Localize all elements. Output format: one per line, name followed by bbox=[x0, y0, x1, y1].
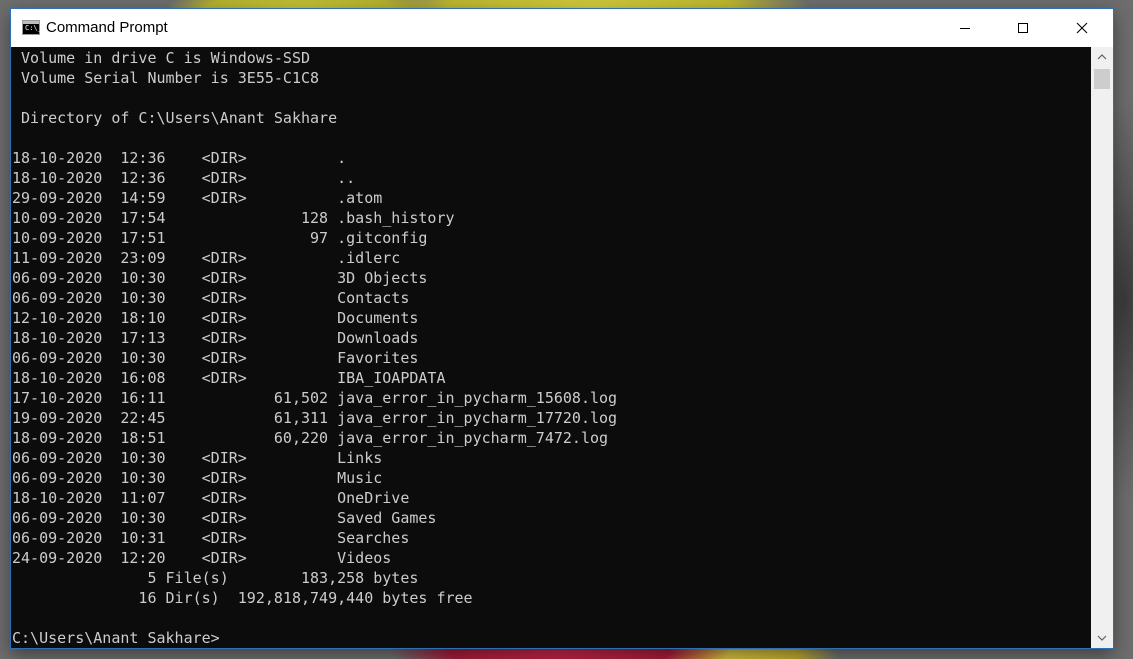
vertical-scrollbar[interactable] bbox=[1091, 47, 1113, 648]
console-line: 19-09-2020 22:45 61,311 java_error_in_py… bbox=[12, 409, 618, 427]
console-line: 06-09-2020 10:30 <DIR> Favorites bbox=[12, 349, 419, 367]
close-button[interactable] bbox=[1053, 9, 1111, 47]
console-line: 18-09-2020 18:51 60,220 java_error_in_py… bbox=[12, 429, 609, 447]
console-text: Volume in drive C is Windows-SSD Volume … bbox=[12, 48, 617, 648]
console-line: C:\Users\Anant Sakhare> bbox=[12, 629, 220, 647]
console-line: 06-09-2020 10:30 <DIR> Saved Games bbox=[12, 509, 437, 527]
chevron-up-icon bbox=[1097, 54, 1107, 60]
console-line: 18-10-2020 12:36 <DIR> . bbox=[12, 149, 347, 167]
console-line: 18-10-2020 11:07 <DIR> OneDrive bbox=[12, 489, 410, 507]
console-line: 06-09-2020 10:30 <DIR> Contacts bbox=[12, 289, 410, 307]
console-line: Volume in drive C is Windows-SSD bbox=[12, 49, 311, 67]
console-line: 10-09-2020 17:51 97 .gitconfig bbox=[12, 229, 428, 247]
console-line: 06-09-2020 10:30 <DIR> Music bbox=[12, 469, 383, 487]
minimize-button[interactable] bbox=[936, 9, 994, 47]
window-title: Command Prompt bbox=[46, 19, 168, 36]
cmd-icon[interactable]: C:\_ bbox=[22, 20, 42, 35]
scroll-down-button[interactable] bbox=[1091, 628, 1113, 648]
scroll-thumb[interactable] bbox=[1094, 69, 1110, 89]
command-prompt-window: C:\_ Command Prompt Volume in drive C is… bbox=[11, 9, 1113, 648]
minimize-icon bbox=[960, 28, 970, 29]
console-line: 18-10-2020 17:13 <DIR> Downloads bbox=[12, 329, 419, 347]
console-line: 11-09-2020 23:09 <DIR> .idlerc bbox=[12, 249, 401, 267]
console-line: 18-10-2020 16:08 <DIR> IBA_IOAPDATA bbox=[12, 369, 446, 387]
maximize-button[interactable] bbox=[994, 9, 1052, 47]
chevron-down-icon bbox=[1097, 635, 1107, 641]
maximize-icon bbox=[1018, 23, 1028, 33]
console-line: 17-10-2020 16:11 61,502 java_error_in_py… bbox=[12, 389, 618, 407]
console-output[interactable]: Volume in drive C is Windows-SSD Volume … bbox=[11, 47, 1091, 648]
console-line: Directory of C:\Users\Anant Sakhare bbox=[12, 109, 338, 127]
console-line: 10-09-2020 17:54 128 .bash_history bbox=[12, 209, 455, 227]
cmd-icon-text: C:\_ bbox=[25, 24, 42, 32]
close-icon bbox=[1076, 22, 1088, 34]
console-line: 12-10-2020 18:10 <DIR> Documents bbox=[12, 309, 419, 327]
console-line: 06-09-2020 10:30 <DIR> 3D Objects bbox=[12, 269, 428, 287]
console-line: Volume Serial Number is 3E55-C1C8 bbox=[12, 69, 320, 87]
console-line: 06-09-2020 10:31 <DIR> Searches bbox=[12, 529, 410, 547]
console-line: 06-09-2020 10:30 <DIR> Links bbox=[12, 449, 383, 467]
console-line: 18-10-2020 12:36 <DIR> .. bbox=[12, 169, 356, 187]
console-line: 5 File(s) 183,258 bytes bbox=[12, 569, 419, 587]
scroll-up-button[interactable] bbox=[1091, 47, 1113, 67]
console-line: 29-09-2020 14:59 <DIR> .atom bbox=[12, 189, 383, 207]
title-bar[interactable]: C:\_ Command Prompt bbox=[11, 9, 1113, 47]
console-line: 16 Dir(s) 192,818,749,440 bytes free bbox=[12, 589, 473, 607]
console-line: 24-09-2020 12:20 <DIR> Videos bbox=[12, 549, 392, 567]
